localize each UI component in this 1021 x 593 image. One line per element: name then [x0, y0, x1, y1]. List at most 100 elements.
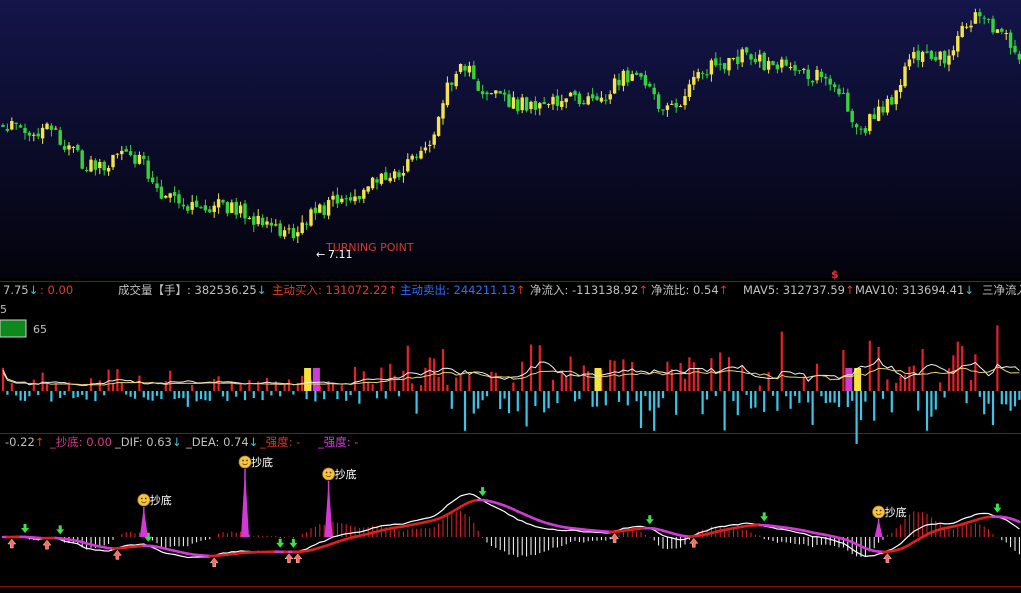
volume-bar — [732, 391, 735, 401]
volume-bar — [815, 363, 819, 391]
volume-bar — [463, 391, 467, 431]
volume-bar — [639, 391, 643, 429]
volume-bar — [424, 367, 427, 391]
volume-bar — [996, 325, 999, 391]
volume-bar — [855, 391, 858, 444]
volume-bar — [648, 391, 651, 411]
volume-bar — [32, 379, 35, 391]
volume-bar — [270, 391, 273, 396]
volume-bar — [76, 391, 79, 397]
volume-bar — [591, 391, 594, 407]
volume-bar — [551, 379, 555, 391]
smiley-icon — [872, 505, 885, 519]
volume-bar — [10, 383, 13, 391]
volume-bar — [811, 391, 814, 425]
macd-info-item-0: -0.22↑ — [5, 435, 44, 449]
volume-bar — [50, 391, 53, 402]
volume-bar — [714, 391, 717, 397]
volume-bar — [367, 381, 370, 391]
candle — [498, 90, 502, 94]
volume-bar — [336, 391, 339, 400]
dea-segment — [1013, 518, 1021, 524]
volume-bar — [679, 362, 682, 391]
volume-info-item-8: MAV10: 313694.41↓ — [855, 283, 974, 297]
volume-bar — [903, 374, 907, 391]
smiley-icon — [322, 467, 336, 481]
volume-bar — [402, 370, 405, 391]
volume-bar — [543, 391, 546, 413]
volume-bar — [701, 391, 704, 415]
candle — [379, 172, 384, 186]
volume-bar — [472, 391, 475, 414]
volume-bar — [437, 376, 440, 391]
volume-bar — [802, 376, 805, 391]
volume-bar — [723, 391, 726, 431]
volume-bar — [569, 356, 572, 391]
volume-bar — [613, 360, 616, 391]
volume-bar — [331, 383, 335, 391]
volume-bar — [15, 391, 18, 396]
volume-bar — [362, 371, 365, 391]
volume-bar — [455, 377, 458, 391]
candle — [762, 51, 766, 72]
volume-bar — [776, 391, 779, 411]
volume-bar — [37, 391, 40, 396]
volume-bar — [199, 391, 203, 399]
volume-info-item-7: MAV5: 312737.59↑ — [743, 283, 855, 297]
volume-bar — [182, 391, 185, 399]
volume-bar — [969, 380, 973, 391]
volume-bar — [512, 382, 515, 391]
volume-bar — [534, 391, 537, 407]
macd-info-item-3: _DEA: 0.74↓ — [185, 435, 258, 449]
volume-bar — [340, 385, 343, 391]
volume-bar — [842, 349, 845, 391]
volume-bar — [160, 391, 163, 400]
volume-bar — [397, 391, 401, 397]
volume-bar — [525, 391, 528, 427]
volume-bar — [758, 385, 761, 391]
candle — [524, 96, 529, 113]
volume-bar — [793, 391, 797, 396]
volume-bar — [164, 381, 167, 391]
volume-bar — [644, 391, 647, 396]
smiley-icon — [137, 493, 151, 507]
volume-bar — [204, 391, 207, 401]
volume-bar — [314, 391, 317, 402]
volume-bar — [763, 391, 766, 413]
volume-bar — [565, 375, 568, 391]
volume-bar — [345, 391, 348, 401]
volume-bar — [666, 361, 669, 391]
candle — [318, 203, 322, 214]
low-price-marker: ← 7.11 — [316, 248, 353, 261]
volume-bar — [481, 391, 484, 401]
volume-bar — [120, 382, 123, 391]
volume-bar — [177, 391, 181, 399]
price-panel-background — [0, 0, 1021, 278]
volume-bar — [745, 391, 748, 395]
volume-bar — [358, 391, 361, 404]
volume-bar — [406, 345, 409, 391]
signal-dollar-marker: $ — [831, 268, 839, 281]
volume-bar — [578, 391, 581, 399]
volume-bar — [490, 371, 493, 391]
volume-bar — [446, 384, 449, 391]
volume-bar — [155, 391, 159, 396]
volume-bar — [419, 385, 423, 391]
volume-bar — [749, 391, 753, 409]
volume-bar — [653, 391, 656, 431]
volume-bar — [807, 391, 810, 403]
volume-bar — [833, 391, 836, 403]
volume-bar — [899, 375, 902, 391]
volume-bar — [820, 391, 823, 397]
volume-bar — [930, 391, 933, 417]
volume-bar — [556, 391, 559, 404]
bottom-signal-label: 抄底 — [150, 493, 172, 507]
volume-bar — [261, 391, 264, 401]
volume-bar — [573, 391, 577, 402]
volume-bar — [459, 373, 462, 391]
volume-bar — [248, 380, 251, 391]
volume-bar — [1018, 391, 1021, 400]
volume-bar — [881, 391, 885, 399]
volume-bar — [631, 362, 634, 391]
volume-bar — [142, 391, 145, 398]
